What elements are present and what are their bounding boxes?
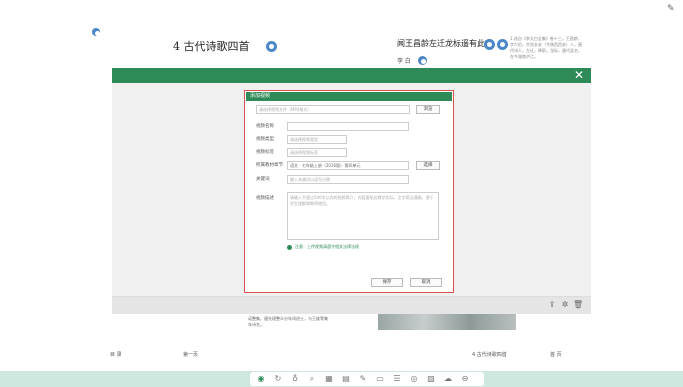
dialog-title: 添加视频 [250, 93, 271, 99]
category-label: 视频类型 [256, 137, 274, 142]
nav-right-section[interactable]: 4 古代诗歌四首 [472, 351, 507, 358]
name-label: 视频名称 [256, 124, 274, 129]
cancel-button[interactable]: 取消 [410, 278, 442, 287]
brush-icon[interactable]: ✎ [358, 374, 368, 384]
tag-label: 视频标签 [256, 150, 274, 155]
save-button[interactable]: 保存 [371, 278, 403, 287]
search-icon[interactable]: ⌕ [307, 374, 317, 384]
poem-author: 李 白 [397, 58, 411, 65]
description-label: 视频描述 [256, 196, 274, 201]
edit-icon[interactable]: ✎ [667, 4, 675, 14]
source-field[interactable]: 语文 · 七年级上册（2016版）· 第四单元 [287, 161, 409, 170]
play-audio-icon[interactable] [266, 41, 277, 52]
overlay-header [112, 68, 591, 83]
nav-prev[interactable]: 目 录 [110, 351, 122, 358]
video-name-input[interactable] [287, 122, 409, 131]
pen-icon[interactable]: ♁ [290, 374, 300, 384]
overlay-footer [112, 296, 591, 314]
browse-button[interactable]: 浏览 [416, 105, 440, 114]
pin-icon[interactable] [92, 28, 100, 36]
settings-icon[interactable]: ✲ [560, 300, 570, 310]
camera-icon[interactable]: ◎ [409, 374, 419, 384]
play-audio-icon[interactable] [484, 39, 495, 50]
select-button[interactable]: 选择 [416, 161, 440, 170]
refresh-icon[interactable]: ↻ [273, 374, 283, 384]
share-icon[interactable]: ⇪ [547, 300, 557, 310]
play-audio-icon[interactable] [418, 56, 427, 65]
footnotes: 1.选自《李太白全集》卷十三。王昌龄，字少伯，京兆长安（今陕西西安）人，唐代诗人… [510, 36, 582, 59]
keyword-label: 关键词 [256, 177, 270, 182]
upload-file-input[interactable]: 请选择视频文件（MP4格式） [256, 105, 410, 114]
category-select[interactable]: 请选择视频类型 [287, 135, 347, 144]
home-icon[interactable]: ◉ [256, 374, 266, 384]
keyword-input[interactable]: 输入关键词以逗号分隔 [287, 175, 409, 184]
image-icon[interactable]: ▨ [426, 374, 436, 384]
landscape-image [378, 314, 516, 330]
info-icon [287, 245, 292, 250]
grid-icon[interactable]: ▦ [324, 374, 334, 384]
nav-next[interactable]: 首 页 [550, 351, 562, 358]
image-caption: 诺整集。唐先理整众分年间进士，与王维等集年诗名。 [248, 316, 328, 327]
nav-left-page[interactable]: 第一页 [183, 351, 198, 358]
board-icon[interactable]: ▤ [341, 374, 351, 384]
delete-icon[interactable]: 🗑 [573, 300, 583, 310]
next-icon[interactable] [497, 39, 508, 50]
description-textarea[interactable]: 请输入不超过500字以内的视频简介，内容要贴近教学实际，文字简洁通顺，便于学生理… [287, 192, 439, 240]
screen-icon[interactable]: ▭ [375, 374, 385, 384]
list-icon[interactable]: ☰ [392, 374, 402, 384]
poem-title: 闻王昌龄左迁龙标遥有此寄 [397, 39, 493, 48]
cloud-icon[interactable]: ☁ [443, 374, 453, 384]
tag-select[interactable]: 请选择视频标签 [287, 148, 347, 157]
dialog-header [246, 92, 452, 101]
close-icon[interactable]: ✕ [569, 68, 589, 83]
minus-icon[interactable]: ⊖ [460, 374, 470, 384]
page-title: 4 古代诗歌四首 [173, 40, 250, 53]
source-label: 所属教材章节 [256, 163, 283, 168]
upload-tip: 注意：上传视频请遵守相关法律法规 [295, 244, 359, 249]
